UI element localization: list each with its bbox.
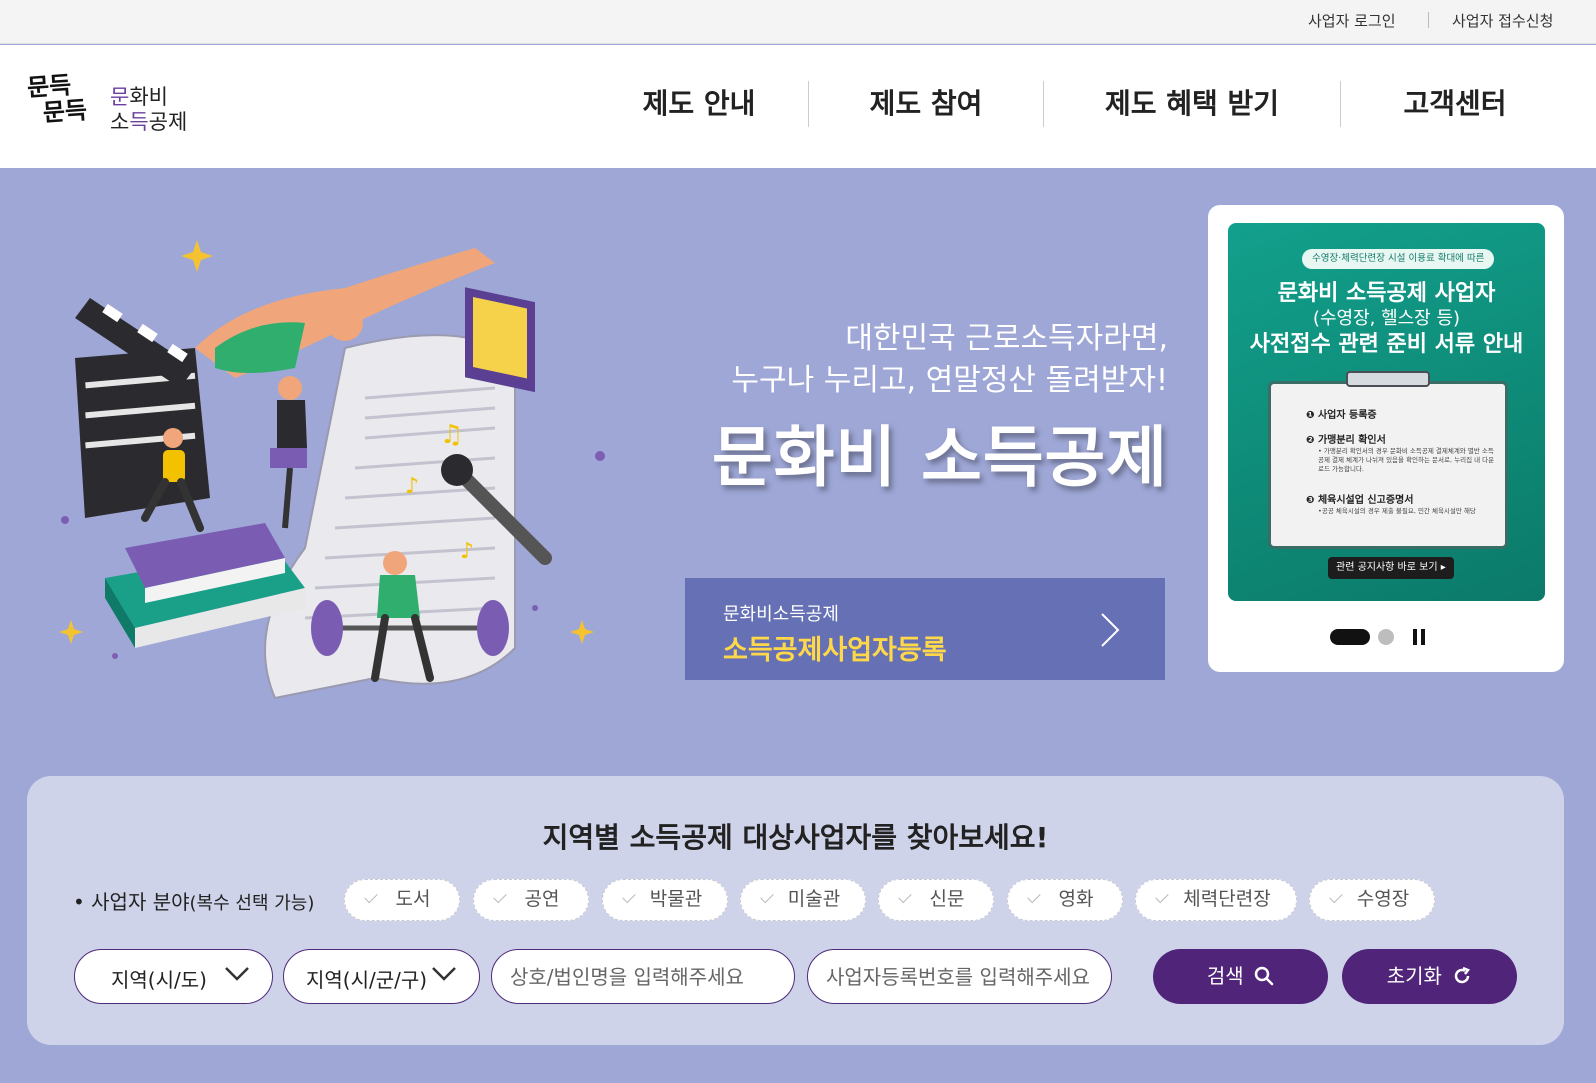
sido-select[interactable]: 지역(시/도) <box>74 949 273 1004</box>
reset-button[interactable]: 초기화 <box>1342 949 1517 1004</box>
category-chip-art-gallery[interactable]: 미술관 <box>740 879 866 921</box>
nav-customer-center[interactable]: 고객센터 <box>1341 81 1569 127</box>
banner-item: ❸ 체육시설업 신고증명서 <box>1306 495 1414 506</box>
category-chip-museum[interactable]: 박물관 <box>602 879 728 921</box>
business-search-panel: 지역별 소득공제 대상사업자를 찾아보세요! • 사업자 분야(복수 선택 가능… <box>27 776 1564 1045</box>
business-name-input[interactable] <box>510 960 776 994</box>
search-title: 지역별 소득공제 대상사업자를 찾아보세요! <box>542 821 1049 854</box>
banner-item-desc: • 가맹분리 확인서의 경우 문화비 소득공제 결제체계와 별반 소득공제 결제… <box>1318 447 1495 473</box>
logo-wordmark: 문화비 소득공제 <box>110 85 188 134</box>
hero-section: ♫ ♪ ♪ 대한민국 근로소득자라면, 누구나 누리고, 연말정산 돌려받자! 문화… <box>0 168 1596 768</box>
category-label: • 사업자 분야(복수 선택 가능) <box>73 890 315 914</box>
search-button[interactable]: 검색 <box>1153 949 1328 1004</box>
pause-icon[interactable] <box>1410 628 1428 646</box>
site-header: 문득 문득 문화비 소득공제 제도 안내 제도 참여 제도 혜택 받기 고객센터 <box>0 45 1596 168</box>
utility-bar: 사업자 로그인 사업자 접수신청 <box>0 0 1596 44</box>
slide-dot[interactable] <box>1378 629 1394 645</box>
svg-text:♪: ♪ <box>460 539 474 564</box>
category-chip-swimming-pool[interactable]: 수영장 <box>1309 879 1435 921</box>
hero-headline: 문화비 소득공제 <box>711 419 1168 496</box>
banner-pill: 수영장·체력단련장 시설 이용료 확대에 따른 <box>1302 249 1495 269</box>
hero-subcopy: 대한민국 근로소득자라면, 누구나 누리고, 연말정산 돌려받자! <box>731 321 1168 398</box>
register-main-label: 소득공제사업자등록 <box>723 635 947 666</box>
logo-handwriting: 문득 문득 <box>26 70 88 127</box>
clipboard-clip <box>1346 371 1430 387</box>
business-login-link[interactable]: 사업자 로그인 <box>1308 10 1396 31</box>
refresh-icon <box>1455 966 1471 984</box>
category-chip-books[interactable]: 도서 <box>344 879 460 921</box>
slide-dot-active[interactable] <box>1330 629 1370 645</box>
banner-item: ❶ 사업자 등록증 <box>1306 410 1377 421</box>
search-icon <box>1254 966 1274 986</box>
nav-benefits[interactable]: 제도 혜택 받기 <box>1044 81 1340 127</box>
notice-banner-slide[interactable]: 수영장·체력단련장 시설 이용료 확대에 따른 문화비 소득공제 사업자 (수영… <box>1228 223 1545 601</box>
register-sub-label: 문화비소득공제 <box>723 604 839 625</box>
main-nav: 제도 안내 제도 참여 제도 혜택 받기 고객센터 <box>590 81 1569 127</box>
category-chip-newspaper[interactable]: 신문 <box>878 879 994 921</box>
banner-title: 문화비 소득공제 사업자 <box>1277 281 1496 306</box>
banner-title-secondary: 사전접수 관련 준비 서류 안내 <box>1249 332 1524 357</box>
utility-divider <box>1428 12 1429 28</box>
business-number-field <box>807 949 1112 1004</box>
business-apply-link[interactable]: 사업자 접수신청 <box>1452 10 1553 31</box>
business-number-input[interactable] <box>826 960 1093 994</box>
culture-activities-illustration: ♫ ♪ ♪ <box>59 240 605 700</box>
category-chip-movie[interactable]: 영화 <box>1007 879 1123 921</box>
category-chip-performance[interactable]: 공연 <box>473 879 589 921</box>
category-chip-fitness[interactable]: 체력단련장 <box>1135 879 1297 921</box>
nav-system-guide[interactable]: 제도 안내 <box>590 81 808 127</box>
banner-notice-button[interactable]: 관련 공지사항 바로 보기 ▸ <box>1328 557 1454 579</box>
chevron-down-icon <box>225 967 249 981</box>
site-logo[interactable]: 문득 문득 문화비 소득공제 <box>26 70 203 143</box>
banner-item: ❷ 가맹분리 확인서 <box>1306 435 1386 446</box>
sigungu-select[interactable]: 지역(시/군/구) <box>283 949 480 1004</box>
nav-participation[interactable]: 제도 참여 <box>809 81 1043 127</box>
notice-banner-card: 수영장·체력단련장 시설 이용료 확대에 따른 문화비 소득공제 사업자 (수영… <box>1208 205 1564 672</box>
chevron-right-icon <box>1101 613 1120 647</box>
svg-text:♫: ♫ <box>440 420 463 450</box>
banner-item-desc: •공공 체육시설의 경우 제출 불필요, 민간 체육시설만 해당 <box>1318 507 1476 515</box>
business-register-button[interactable]: 문화비소득공제 소득공제사업자등록 <box>685 578 1165 680</box>
chevron-down-icon <box>432 967 456 981</box>
business-name-field <box>491 949 795 1004</box>
svg-text:♪: ♪ <box>405 474 419 499</box>
